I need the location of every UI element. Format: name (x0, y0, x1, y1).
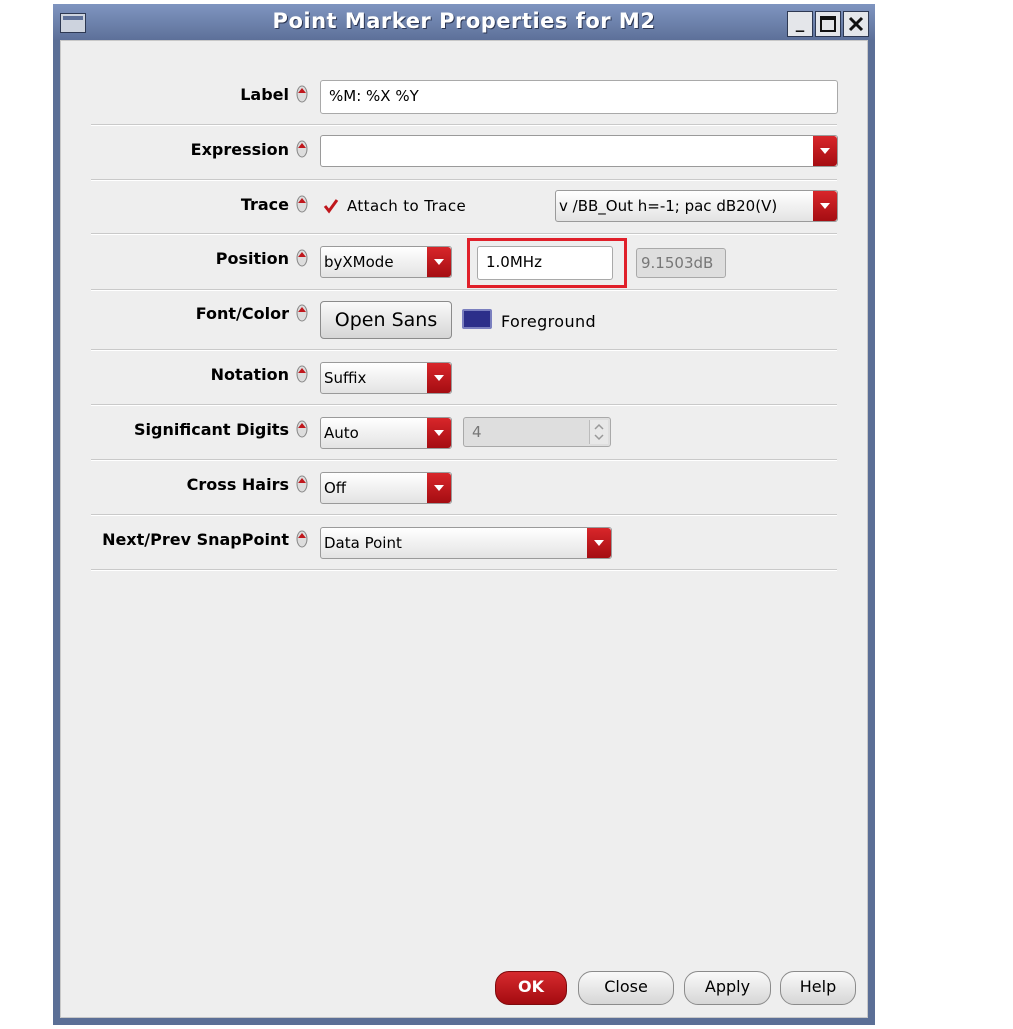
divider (91, 404, 837, 406)
window-title: Point Marker Properties for M2 (272, 9, 656, 33)
sig-digits-spinbox: 4 (463, 417, 611, 447)
divider (91, 569, 837, 571)
notation-knob-icon[interactable] (296, 365, 308, 383)
label-knob-icon[interactable] (296, 85, 308, 103)
cross-hairs-row-label: Cross Hairs (186, 475, 289, 494)
position-mode-select[interactable]: byXMode (320, 246, 452, 278)
spin-arrows-icon[interactable] (589, 420, 608, 444)
dialog-window: Point Marker Properties for M2 _ Label %… (53, 4, 875, 1025)
font-button[interactable]: Open Sans (320, 301, 452, 339)
cross-hairs-value: Off (324, 479, 347, 497)
snap-knob-icon[interactable] (296, 530, 308, 548)
trace-row-label: Trace (240, 195, 289, 214)
maximize-icon[interactable] (815, 11, 841, 37)
help-button[interactable]: Help (780, 971, 856, 1005)
position-mode-value: byXMode (324, 253, 394, 271)
sig-digits-row-label: Significant Digits (134, 420, 289, 439)
apply-button[interactable]: Apply (684, 971, 771, 1005)
sig-digits-knob-icon[interactable] (296, 420, 308, 438)
snap-dropdown-icon[interactable] (587, 528, 611, 558)
attach-trace-checkbox[interactable] (323, 198, 339, 214)
cross-hairs-dropdown-icon[interactable] (427, 473, 451, 503)
close-window-icon[interactable] (843, 11, 869, 37)
position-mode-dropdown-icon[interactable] (427, 247, 451, 277)
label-input[interactable]: %M: %X %Y (320, 80, 838, 114)
color-label: Foreground (501, 312, 597, 331)
cross-hairs-knob-icon[interactable] (296, 475, 308, 493)
sig-digits-dropdown-icon[interactable] (427, 418, 451, 448)
trace-knob-icon[interactable] (296, 195, 308, 213)
color-swatch[interactable] (462, 309, 492, 329)
notation-select[interactable]: Suffix (320, 362, 452, 394)
sig-digits-select[interactable]: Auto (320, 417, 452, 449)
sig-digits-value: Auto (324, 424, 359, 442)
snap-row-label: Next/Prev SnapPoint (102, 530, 289, 549)
label-row-label: Label (240, 85, 289, 104)
divider (91, 124, 837, 126)
sig-digits-spin-value: 4 (472, 423, 482, 441)
dialog-body: Label %M: %X %Y Expression Trace Attach … (60, 40, 868, 1018)
font-color-knob-icon[interactable] (296, 304, 308, 322)
notation-value: Suffix (324, 369, 367, 387)
font-color-row-label: Font/Color (195, 304, 289, 323)
attach-trace-label: Attach to Trace (347, 197, 467, 215)
title-bar[interactable]: Point Marker Properties for M2 _ (53, 4, 875, 40)
close-button[interactable]: Close (578, 971, 674, 1005)
expression-combo[interactable] (320, 135, 838, 167)
divider (91, 233, 837, 235)
position-row-label: Position (215, 249, 289, 268)
position-x-input[interactable]: 1.0MHz (477, 246, 613, 280)
divider (91, 289, 837, 291)
snap-value: Data Point (324, 534, 402, 552)
notation-row-label: Notation (210, 365, 289, 384)
position-y-value: 9.1503dB (636, 248, 726, 278)
divider (91, 179, 837, 181)
cross-hairs-select[interactable]: Off (320, 472, 452, 504)
expression-row-label: Expression (190, 140, 289, 159)
trace-select-value: v /BB_Out h=-1; pac dB20(V) (559, 197, 778, 215)
minimize-icon[interactable]: _ (787, 11, 813, 37)
trace-select[interactable]: v /BB_Out h=-1; pac dB20(V) (555, 190, 838, 222)
divider (91, 349, 837, 351)
ok-button[interactable]: OK (495, 971, 567, 1005)
divider (91, 459, 837, 461)
snap-select[interactable]: Data Point (320, 527, 612, 559)
divider (91, 514, 837, 516)
notation-dropdown-icon[interactable] (427, 363, 451, 393)
position-knob-icon[interactable] (296, 249, 308, 267)
expression-dropdown-icon[interactable] (813, 136, 837, 166)
expression-knob-icon[interactable] (296, 140, 308, 158)
trace-dropdown-icon[interactable] (813, 191, 837, 221)
